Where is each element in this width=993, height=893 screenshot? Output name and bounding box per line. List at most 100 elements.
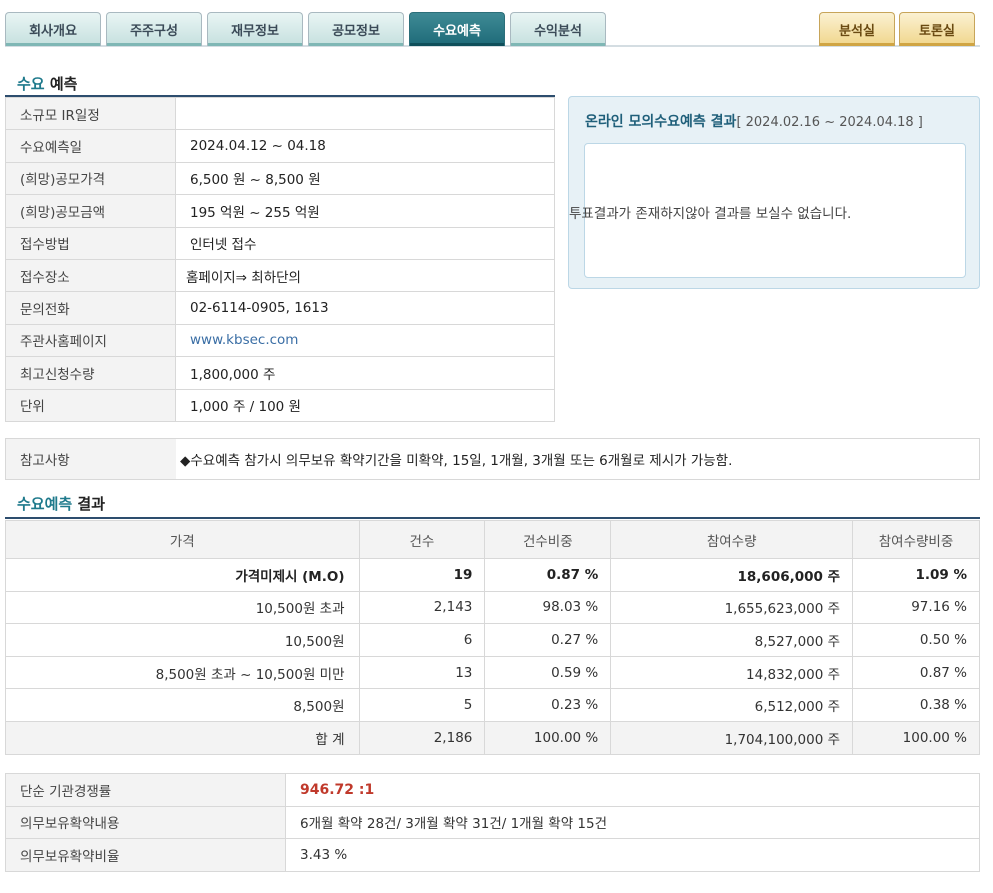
- cell-quantity-ratio: 100.00 %: [852, 720, 980, 755]
- row-label: 의무보유확약비율: [5, 838, 286, 872]
- tab-shareholders[interactable]: 주주구성: [106, 12, 202, 46]
- table-header-row: 가격 건수 건수비중 참여수량 참여수량비중: [5, 520, 980, 559]
- table-row: (희망)공모가격 6,500 원 ~ 8,500 원: [5, 161, 555, 196]
- forecast-result-table: 가격 건수 건수비중 참여수량 참여수량비중 가격미제시 (M.O) 19 0.…: [5, 520, 980, 755]
- row-label: 소규모 IR일정: [5, 96, 176, 131]
- col-header-price: 가격: [5, 520, 360, 559]
- cell-quantity-ratio: 0.50 %: [852, 623, 980, 657]
- table-row: 가격미제시 (M.O) 19 0.87 % 18,606,000 주 1.09 …: [5, 558, 980, 592]
- table-row: 접수방법 인터넷 접수: [5, 226, 555, 260]
- table-row: 10,500원 6 0.27 % 8,527,000 주 0.50 %: [5, 623, 980, 657]
- row-value: 홈페이지⇒ 최하단의: [175, 258, 555, 293]
- row-label: 최고신청수량: [5, 356, 176, 390]
- cell-count: 6: [358, 623, 486, 657]
- col-header-quantity: 참여수량: [610, 520, 854, 559]
- section-title-demand-forecast: 수요 예측: [17, 73, 77, 94]
- table-row: 주관사홈페이지 www.kbsec.com: [5, 323, 555, 358]
- row-value: 02-6114-0905, 1613: [175, 291, 555, 325]
- online-panel-title: 온라인 모의수요예측 결과[ 2024.02.16 ~ 2024.04.18 ]: [585, 111, 923, 131]
- online-period: [ 2024.02.16 ~ 2024.04.18 ]: [736, 115, 923, 130]
- cell-count-ratio: 100.00 %: [484, 720, 612, 755]
- cell-price: 8,500원 초과 ~ 10,500원 미만: [5, 655, 360, 690]
- row-value: 1,800,000 주: [175, 356, 555, 390]
- cell-count-ratio: 0.23 %: [484, 688, 612, 722]
- row-label: 문의전화: [5, 291, 176, 325]
- cell-quantity: 1,655,623,000 주: [610, 590, 854, 625]
- cell-count-ratio: 0.59 %: [484, 655, 612, 690]
- row-label: 단위: [5, 388, 176, 422]
- tab-label: 수익분석: [534, 24, 582, 39]
- row-label: 접수방법: [5, 226, 176, 260]
- table-row: 8,500원 초과 ~ 10,500원 미만 13 0.59 % 14,832,…: [5, 655, 980, 690]
- tab-company-overview[interactable]: 회사개요: [5, 12, 101, 46]
- section-title-highlight: 수요예측: [17, 495, 73, 513]
- row-label: 의무보유확약내용: [5, 805, 286, 840]
- row-label: 수요예측일: [5, 129, 176, 163]
- section-title-forecast-result: 수요예측 결과: [17, 493, 105, 514]
- col-header-count-ratio: 건수비중: [484, 520, 612, 559]
- note-label: 참고사항: [6, 439, 176, 479]
- table-row: 단순 기관경쟁률 946.72 :1: [5, 773, 980, 807]
- note-value: ◆수요예측 참가시 의무보유 확약기간을 미확약, 15일, 1개월, 3개월 …: [180, 453, 733, 469]
- tab-return-analysis[interactable]: 수익분석: [510, 12, 606, 46]
- underwriter-homepage-link[interactable]: www.kbsec.com: [190, 332, 298, 348]
- cell-price: 10,500원: [5, 623, 360, 657]
- row-value: 2024.04.12 ~ 04.18: [175, 129, 555, 163]
- tab-bar: 회사개요 주주구성 재무정보 공모정보 수요예측 수익분석 분석실 토론실: [5, 12, 980, 48]
- row-label: 주관사홈페이지: [5, 323, 176, 358]
- row-value: 1,000 주 / 100 원: [175, 388, 555, 422]
- competition-summary-table: 단순 기관경쟁률 946.72 :1 의무보유확약내용 6개월 확약 28건/ 3개…: [5, 773, 980, 872]
- cell-price: 가격미제시 (M.O): [5, 558, 360, 592]
- section-underline: [5, 517, 980, 519]
- table-row: 최고신청수량 1,800,000 주: [5, 356, 555, 390]
- online-empty-message: 투표결과가 존재하지않아 결과를 보실수 없습니다.: [569, 206, 852, 222]
- tab-offering-info[interactable]: 공모정보: [308, 12, 404, 46]
- tab-label: 회사개요: [29, 24, 77, 39]
- note-row: 참고사항 ◆수요예측 참가시 의무보유 확약기간을 미확약, 15일, 1개월,…: [5, 438, 980, 480]
- cell-quantity: 14,832,000 주: [610, 655, 854, 690]
- cell-count: 2,143: [358, 590, 486, 625]
- tab-discussion-room[interactable]: 토론실: [899, 12, 975, 46]
- cell-quantity-ratio: 97.16 %: [852, 590, 980, 625]
- table-row: 10,500원 초과 2,143 98.03 % 1,655,623,000 주…: [5, 590, 980, 625]
- cell-price: 8,500원: [5, 688, 360, 722]
- table-row: 의무보유확약비율 3.43 %: [5, 838, 980, 872]
- row-label: 단순 기관경쟁률: [5, 773, 286, 807]
- row-label: (희망)공모가격: [5, 161, 176, 196]
- table-row: 단위 1,000 주 / 100 원: [5, 388, 555, 422]
- tab-analysis-room[interactable]: 분석실: [819, 12, 895, 46]
- table-total-row: 합 계 2,186 100.00 % 1,704,100,000 주 100.0…: [5, 720, 980, 755]
- row-value: 195 억원 ~ 255 억원: [175, 194, 555, 228]
- row-value: [175, 96, 555, 131]
- tab-label: 공모정보: [332, 24, 380, 39]
- section-title-rest: 결과: [72, 495, 106, 513]
- competition-ratio-value: 946.72 :1: [285, 773, 980, 807]
- row-label: 접수장소: [5, 258, 176, 293]
- col-header-count: 건수: [358, 520, 486, 559]
- row-label: (희망)공모금액: [5, 194, 176, 228]
- tab-financials[interactable]: 재무정보: [207, 12, 303, 46]
- tab-label: 주주구성: [130, 24, 178, 39]
- cell-quantity: 1,704,100,000 주: [610, 720, 854, 755]
- tab-label: 토론실: [919, 24, 955, 39]
- row-value: 6,500 원 ~ 8,500 원: [175, 161, 555, 196]
- cell-count: 5: [358, 688, 486, 722]
- cell-quantity-ratio: 0.38 %: [852, 688, 980, 722]
- section-title-highlight: 수요: [17, 75, 45, 93]
- col-header-quantity-ratio: 참여수량비중: [852, 520, 980, 559]
- table-row: 의무보유확약내용 6개월 확약 28건/ 3개월 확약 31건/ 1개월 확약 1…: [5, 805, 980, 840]
- cell-count: 13: [358, 655, 486, 690]
- tab-demand-forecast[interactable]: 수요예측: [409, 12, 505, 46]
- cell-price: 10,500원 초과: [5, 590, 360, 625]
- table-row: (희망)공모금액 195 억원 ~ 255 억원: [5, 194, 555, 228]
- online-title-text: 온라인 모의수요예측 결과: [585, 114, 737, 130]
- forecast-info-table: 소규모 IR일정 수요예측일 2024.04.12 ~ 04.18 (희망)공모가…: [5, 96, 555, 422]
- row-value: 인터넷 접수: [175, 226, 555, 260]
- cell-quantity-ratio: 0.87 %: [852, 655, 980, 690]
- cell-count-ratio: 0.87 %: [484, 558, 612, 592]
- cell-count-ratio: 0.27 %: [484, 623, 612, 657]
- table-row: 8,500원 5 0.23 % 6,512,000 주 0.38 %: [5, 688, 980, 722]
- section-title-rest: 예측: [44, 75, 78, 93]
- row-value: 6개월 확약 28건/ 3개월 확약 31건/ 1개월 확약 15건: [285, 805, 980, 840]
- table-row: 접수장소 홈페이지⇒ 최하단의: [5, 258, 555, 293]
